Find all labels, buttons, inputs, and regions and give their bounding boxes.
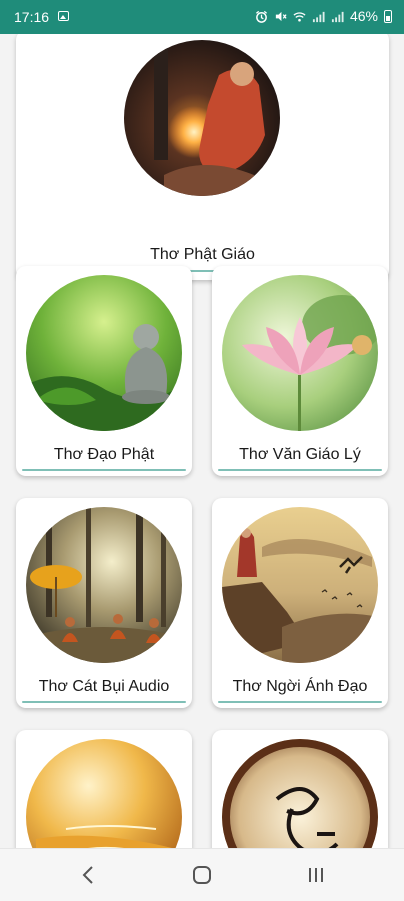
- card-calligraphy[interactable]: [212, 730, 388, 848]
- card-title: Thơ Phật Giáo: [150, 246, 255, 263]
- back-button[interactable]: [68, 862, 108, 888]
- battery-icon: [384, 9, 392, 23]
- navigation-bar: [0, 848, 404, 901]
- status-time: 17:16: [14, 9, 50, 25]
- card-tho-phat-giao[interactable]: Thơ Phật Giáo: [16, 34, 389, 280]
- card-underline: [22, 701, 186, 703]
- card-underline: [218, 469, 382, 471]
- card-title: Thơ Cát Bụi Audio: [38, 678, 170, 695]
- card-tho-ngoi-anh-dao[interactable]: Thơ Ngời Ánh Đạo: [212, 498, 388, 708]
- recents-icon: [309, 868, 323, 882]
- buddha-candle-image: [124, 40, 280, 196]
- golden-buddha-image: [26, 739, 182, 848]
- monks-forest-image: [26, 507, 182, 663]
- monk-cliff-image: [222, 507, 378, 663]
- lotus-image: [222, 275, 378, 431]
- card-title: Thơ Ngời Ánh Đạo: [232, 678, 368, 695]
- card-tho-dao-phat[interactable]: Thơ Đạo Phật: [16, 266, 192, 476]
- wifi-icon: [293, 11, 306, 22]
- card-underline: [218, 701, 382, 703]
- card-underline: [22, 469, 186, 471]
- status-bar: 17:16 46%: [0, 0, 404, 34]
- calligraphy-image: [222, 739, 378, 848]
- battery-percent: 46%: [349, 8, 378, 24]
- card-title: Thơ Đạo Phật: [53, 446, 155, 463]
- status-icons: 46%: [255, 8, 392, 24]
- alarm-icon: [255, 10, 267, 23]
- signal-icon: [331, 11, 344, 22]
- image-icon: [58, 11, 69, 21]
- home-icon: [193, 866, 211, 884]
- signal-icon: [312, 11, 325, 22]
- card-golden-buddha[interactable]: [16, 730, 192, 848]
- back-icon: [82, 866, 93, 884]
- buddha-statue-image: [26, 275, 182, 431]
- home-button[interactable]: [182, 862, 222, 888]
- recents-button[interactable]: [296, 862, 336, 888]
- mute-icon: [275, 11, 287, 21]
- card-tho-van-giao-ly[interactable]: Thơ Văn Giáo Lý: [212, 266, 388, 476]
- card-tho-cat-bui-audio[interactable]: Thơ Cát Bụi Audio: [16, 498, 192, 708]
- card-title: Thơ Văn Giáo Lý: [239, 446, 361, 463]
- category-grid[interactable]: Thơ Phật Giáo Thơ Đạo Phật Thơ Văn Giáo …: [0, 34, 404, 848]
